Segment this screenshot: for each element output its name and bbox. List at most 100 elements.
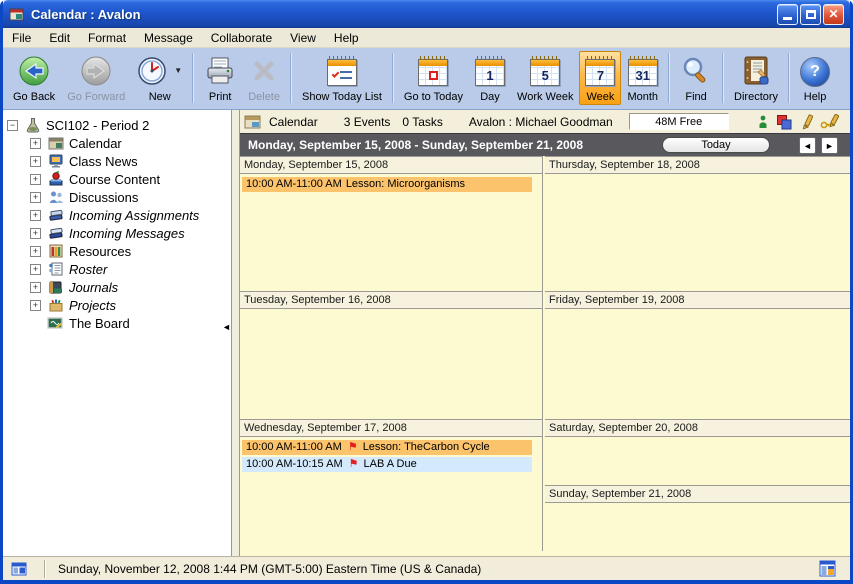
minimize-button[interactable] xyxy=(777,4,798,25)
window-panes-icon[interactable] xyxy=(11,561,28,577)
collapse-box-icon[interactable]: − xyxy=(7,120,18,131)
expand-box-icon[interactable]: + xyxy=(30,138,41,149)
week-grid: Monday, September 15, 2008 10:00 AM-11:0… xyxy=(240,156,850,551)
menu-message[interactable]: Message xyxy=(135,29,202,47)
calendar-event[interactable]: 10:00 AM-11:00 AM Lesson: Microorganisms xyxy=(242,177,532,192)
calendar-31-icon: 31 xyxy=(628,59,658,86)
expand-box-icon[interactable]: + xyxy=(30,192,41,203)
collapse-pane-icon[interactable]: ◄ xyxy=(222,323,231,332)
chevron-right-icon: ► xyxy=(825,141,834,151)
today-button[interactable]: Today xyxy=(662,137,770,153)
new-dropdown-icon[interactable]: ▼ xyxy=(174,66,182,75)
free-space-indicator: 48M Free xyxy=(629,113,729,130)
go-to-today-button[interactable]: Go to Today xyxy=(398,51,469,105)
new-button[interactable]: ▼ New xyxy=(131,51,188,105)
chevron-left-icon: ◄ xyxy=(803,141,812,151)
pencil-icon[interactable] xyxy=(799,114,813,130)
expand-box-icon[interactable]: + xyxy=(30,210,41,221)
menu-format[interactable]: Format xyxy=(79,29,135,47)
previous-week-button[interactable]: ◄ xyxy=(799,137,816,154)
sidebar-tree: − SCI102 - Period 2 + Calendar + xyxy=(3,110,231,556)
day-view-button[interactable]: 1 Day xyxy=(469,51,511,105)
day-cell-sunday[interactable]: Sunday, September 21, 2008 xyxy=(545,485,850,551)
find-button[interactable]: Find xyxy=(674,51,718,105)
expand-box-icon[interactable]: + xyxy=(30,282,41,293)
sidebar-item-label: Class News xyxy=(69,154,138,169)
person-icon[interactable] xyxy=(757,114,769,130)
sidebar-item-sci102[interactable]: − SCI102 - Period 2 xyxy=(3,116,231,134)
flag-icon: ⚑ xyxy=(349,459,359,470)
sidebar-item-roster[interactable]: + Roster xyxy=(3,260,231,278)
app-window: Calendar : Avalon ✕ File Edit Format Mes… xyxy=(0,0,853,584)
next-week-button[interactable]: ► xyxy=(821,137,838,154)
sidebar-item-label: Journals xyxy=(69,280,118,295)
show-today-list-button[interactable]: Show Today List xyxy=(296,51,388,105)
week-view-button[interactable]: 7 Week xyxy=(579,51,621,105)
maximize-button[interactable] xyxy=(800,4,821,25)
toolbar-separator xyxy=(192,53,194,103)
monitor-icon xyxy=(47,153,64,169)
expand-box-icon[interactable]: + xyxy=(30,300,41,311)
day-header: Saturday, September 20, 2008 xyxy=(545,419,850,437)
day-cell-thursday[interactable]: Thursday, September 18, 2008 xyxy=(545,156,850,291)
sidebar-item-label: The Board xyxy=(69,316,130,331)
layout-panes-icon[interactable] xyxy=(819,560,836,577)
week-range-bar: Monday, September 15, 2008 - Sunday, Sep… xyxy=(240,133,850,156)
close-button[interactable]: ✕ xyxy=(823,4,844,25)
menubar: File Edit Format Message Collaborate Vie… xyxy=(3,28,850,48)
go-back-button[interactable]: Go Back xyxy=(7,51,61,105)
day-cell-monday[interactable]: Monday, September 15, 2008 10:00 AM-11:0… xyxy=(240,156,542,291)
panel-header: Calendar 3 Events 0 Tasks Avalon : Micha… xyxy=(240,110,850,133)
day-cell-friday[interactable]: Friday, September 19, 2008 xyxy=(545,291,850,419)
day-header: Wednesday, September 17, 2008 xyxy=(240,419,542,437)
calendar-event[interactable]: 10:00 AM-11:00 AM ⚑ Lesson: TheCarbon Cy… xyxy=(242,440,532,455)
calendar-event[interactable]: 10:00 AM-10:15 AM ⚑ LAB A Due xyxy=(242,457,532,472)
sidebar-item-journals[interactable]: + Journals xyxy=(3,278,231,296)
window-title: Calendar : Avalon xyxy=(31,7,141,22)
help-button[interactable]: ? Help xyxy=(794,51,836,105)
sidebar-item-the-board[interactable]: The Board xyxy=(3,314,231,332)
expand-box-icon[interactable]: + xyxy=(30,246,41,257)
directory-button[interactable]: Directory xyxy=(728,51,784,105)
sidebar-item-calendar[interactable]: + Calendar xyxy=(3,134,231,152)
menu-file[interactable]: File xyxy=(3,29,40,47)
titlebar: Calendar : Avalon ✕ xyxy=(3,0,850,28)
events-count: 3 Events xyxy=(344,115,391,129)
pane-splitter[interactable]: ◄ xyxy=(231,110,240,556)
sidebar-item-discussions[interactable]: + Discussions xyxy=(3,188,231,206)
work-week-view-button[interactable]: 5 Work Week xyxy=(511,51,579,105)
statusbar-divider xyxy=(44,560,46,578)
day-cell-wednesday[interactable]: Wednesday, September 17, 2008 10:00 AM-1… xyxy=(240,419,542,551)
expand-box-icon[interactable]: + xyxy=(30,264,41,275)
layers-icon[interactable] xyxy=(776,114,792,130)
menu-help[interactable]: Help xyxy=(325,29,368,47)
calendar-panel: Calendar 3 Events 0 Tasks Avalon : Micha… xyxy=(240,110,850,556)
statusbar-datetime: Sunday, November 12, 2008 1:44 PM (GMT-5… xyxy=(58,562,481,576)
day-cell-tuesday[interactable]: Tuesday, September 16, 2008 xyxy=(240,291,542,419)
expand-box-icon[interactable]: + xyxy=(30,228,41,239)
menu-view[interactable]: View xyxy=(281,29,325,47)
sidebar-item-projects[interactable]: + Projects xyxy=(3,296,231,314)
sidebar-item-incoming-assignments[interactable]: + Incoming Assignments xyxy=(3,206,231,224)
delete-button[interactable]: Delete xyxy=(242,51,286,105)
menu-collaborate[interactable]: Collaborate xyxy=(202,29,281,47)
go-forward-button[interactable]: Go Forward xyxy=(61,51,131,105)
day-header: Thursday, September 18, 2008 xyxy=(545,156,850,174)
books-stack-icon xyxy=(47,225,64,241)
sidebar-item-label: Course Content xyxy=(69,172,160,187)
sidebar-item-label: Incoming Messages xyxy=(69,226,185,241)
toolbar-separator xyxy=(392,53,394,103)
sidebar-item-resources[interactable]: + Resources xyxy=(3,242,231,260)
sidebar-item-course-content[interactable]: + Course Content xyxy=(3,170,231,188)
key-pencil-icon[interactable] xyxy=(820,114,840,130)
day-cell-saturday[interactable]: Saturday, September 20, 2008 xyxy=(545,419,850,485)
print-button[interactable]: Print xyxy=(198,51,242,105)
expand-box-icon[interactable]: + xyxy=(30,174,41,185)
sidebar-item-incoming-messages[interactable]: + Incoming Messages xyxy=(3,224,231,242)
expand-box-icon[interactable]: + xyxy=(30,156,41,167)
day-header: Tuesday, September 16, 2008 xyxy=(240,291,542,309)
month-view-button[interactable]: 31 Month xyxy=(621,51,664,105)
sidebar-item-class-news[interactable]: + Class News xyxy=(3,152,231,170)
delete-icon xyxy=(249,56,279,86)
menu-edit[interactable]: Edit xyxy=(40,29,79,47)
